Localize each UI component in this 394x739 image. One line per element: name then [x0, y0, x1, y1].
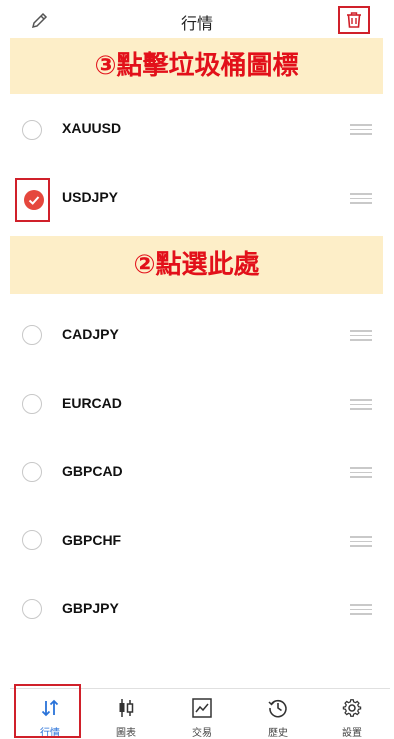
tab-label: 交易: [192, 728, 212, 739]
symbol-name: GBPCAD: [62, 463, 123, 479]
symbol-name: GBPJPY: [62, 600, 119, 616]
tab-settings[interactable]: 設置: [314, 689, 390, 739]
symbol-row-gbpcad[interactable]: GBPCAD: [0, 441, 394, 501]
symbol-name: CADJPY: [62, 326, 119, 342]
tab-label: 圖表: [116, 728, 136, 739]
tab-label: 歷史: [268, 728, 288, 739]
drag-handle-icon[interactable]: [350, 193, 372, 205]
usdjpy-checkbox-highlight[interactable]: [15, 178, 50, 222]
select-radio[interactable]: [22, 462, 42, 482]
page-title: 行情: [180, 14, 213, 33]
tab-trade[interactable]: 交易: [164, 689, 240, 739]
select-radio[interactable]: [22, 120, 42, 140]
symbol-row-gbpjpy[interactable]: GBPJPY: [0, 578, 394, 638]
trade-line-icon: [192, 698, 212, 718]
select-radio[interactable]: [22, 530, 42, 550]
gear-icon: [342, 699, 362, 717]
tab-history[interactable]: 歷史: [240, 689, 316, 739]
symbol-name: USDJPY: [62, 189, 119, 205]
history-clock-icon: [268, 699, 287, 718]
drag-handle-icon[interactable]: [350, 399, 372, 411]
drag-handle-icon[interactable]: [350, 124, 372, 136]
select-radio[interactable]: [22, 599, 42, 619]
instruction-banner-step3: ③點擊垃圾桶圖標: [10, 38, 383, 94]
select-radio[interactable]: [22, 325, 42, 345]
drag-handle-icon[interactable]: [350, 467, 372, 479]
chart-candles-icon: [119, 699, 134, 717]
checkmark-icon: [28, 196, 40, 205]
active-tab-highlight: [14, 684, 81, 738]
symbol-row-cadjpy[interactable]: CADJPY: [0, 305, 394, 365]
header-bar: 行情: [0, 0, 394, 40]
symbol-row-xauusd[interactable]: XAUUSD: [0, 100, 394, 160]
tab-chart[interactable]: 圖表: [88, 689, 164, 739]
symbol-row-eurcad[interactable]: EURCAD: [0, 373, 394, 433]
symbol-name: EURCAD: [62, 395, 122, 411]
symbol-row-usdjpy[interactable]: USDJPY: [0, 168, 394, 228]
trash-button[interactable]: [338, 6, 370, 34]
drag-handle-icon[interactable]: [350, 536, 372, 548]
checked-radio[interactable]: [24, 190, 44, 210]
drag-handle-icon[interactable]: [350, 604, 372, 616]
select-radio[interactable]: [22, 394, 42, 414]
drag-handle-icon[interactable]: [350, 330, 372, 342]
symbol-name: GBPCHF: [62, 532, 122, 548]
instruction-banner-step2: ②點選此處: [10, 236, 383, 294]
symbol-name: XAUUSD: [62, 120, 122, 136]
trash-icon: [347, 12, 361, 28]
tab-label: 設置: [342, 728, 362, 739]
symbol-row-gbpchf[interactable]: GBPCHF: [0, 509, 394, 569]
